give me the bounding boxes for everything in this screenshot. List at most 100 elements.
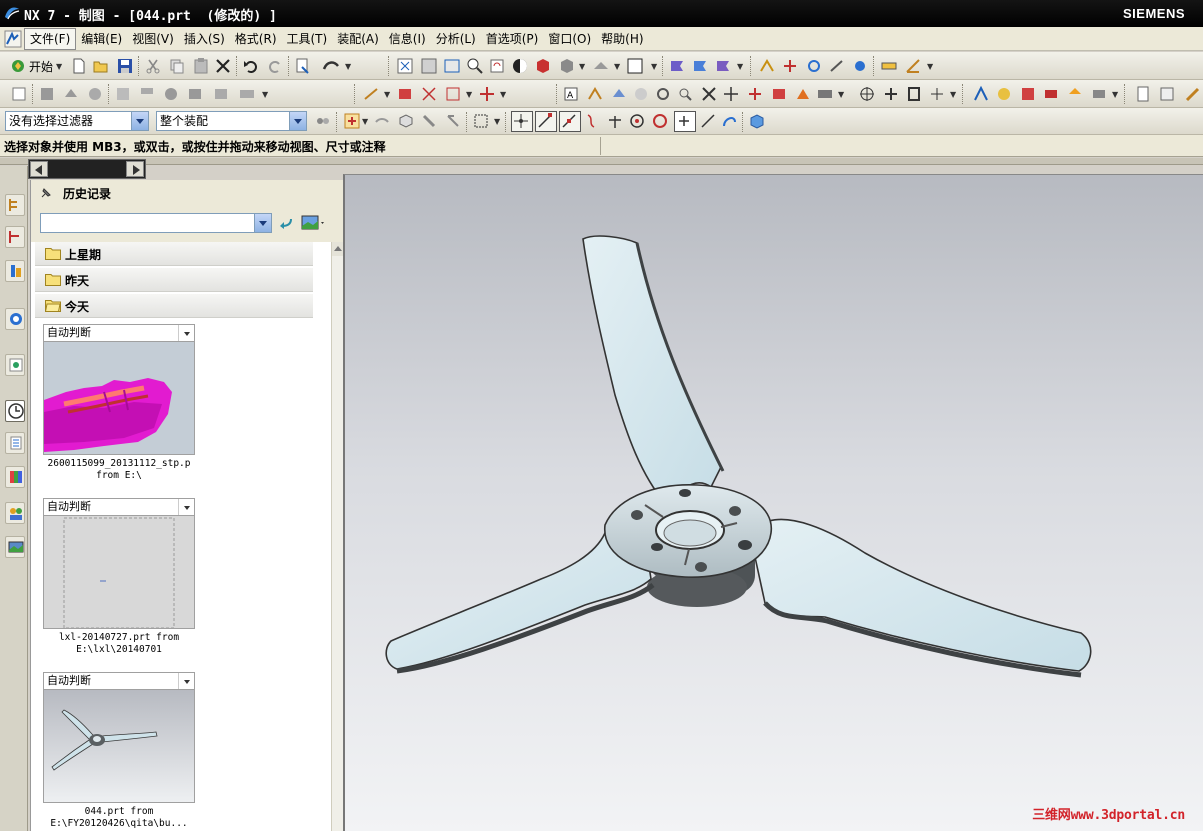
reuse-library-icon[interactable]: [5, 354, 25, 376]
assembly-navigator-icon[interactable]: [5, 194, 25, 216]
menu-window[interactable]: 窗口(O): [543, 27, 596, 51]
datum-icon[interactable]: [610, 85, 628, 103]
view-layout-icon[interactable]: [238, 85, 256, 103]
new-sheet-icon[interactable]: [10, 85, 28, 103]
symbol-icon[interactable]: [632, 85, 650, 103]
layer-visible-icon[interactable]: [691, 57, 709, 75]
undo-icon[interactable]: [242, 57, 260, 75]
new-file-icon[interactable]: [70, 57, 88, 75]
menu-file[interactable]: 文件(F): [24, 28, 77, 50]
load-mode-dropdown[interactable]: 自动判断: [43, 324, 195, 342]
part-thumbnail[interactable]: [43, 342, 195, 455]
dimension-icon[interactable]: [362, 85, 380, 103]
repeat-command-icon[interactable]: [294, 57, 312, 75]
move-annotation-icon[interactable]: [1066, 85, 1084, 103]
drawing-thumbnail[interactable]: [43, 516, 195, 629]
revolved-section-icon[interactable]: [162, 85, 180, 103]
history-scrollbar[interactable]: [331, 242, 344, 831]
rotate-icon[interactable]: [488, 57, 506, 75]
layer-dropdown-icon[interactable]: ▼: [737, 62, 743, 71]
measure-dropdown-icon[interactable]: ▼: [927, 62, 933, 71]
general-select-icon[interactable]: [343, 112, 361, 130]
intersection-icon[interactable]: [746, 85, 764, 103]
snap-curve-icon[interactable]: [584, 112, 602, 130]
detail-view-icon[interactable]: [86, 85, 104, 103]
general-select-dropdown-icon[interactable]: ▼: [362, 117, 368, 126]
snap-point-icon[interactable]: [758, 57, 776, 75]
shaded-sphere-icon[interactable]: [511, 57, 529, 75]
centerline-icon[interactable]: [444, 85, 462, 103]
update-view-icon[interactable]: [212, 85, 230, 103]
render-style-menu-icon[interactable]: [558, 57, 576, 75]
snap-intersection-icon[interactable]: [606, 112, 624, 130]
delete-icon[interactable]: [214, 57, 232, 75]
group-yesterday[interactable]: 昨天: [35, 268, 313, 292]
history-clock-icon[interactable]: [5, 400, 25, 422]
select-edge-icon[interactable]: [444, 112, 462, 130]
process-studio-icon[interactable]: [5, 466, 25, 488]
fit-view-icon[interactable]: [396, 57, 414, 75]
break-view-icon[interactable]: [186, 85, 204, 103]
assembly-filter-icon[interactable]: [314, 112, 332, 130]
select-body-icon[interactable]: [397, 112, 415, 130]
target-point-icon[interactable]: [722, 85, 740, 103]
menu-tools[interactable]: 工具(T): [282, 27, 333, 51]
fan-model-view[interactable]: [345, 175, 1203, 831]
cut-icon[interactable]: [144, 57, 162, 75]
base-view-icon[interactable]: [38, 85, 56, 103]
group-today[interactable]: 今天: [35, 294, 313, 318]
snap-quadrant-icon[interactable]: [851, 57, 869, 75]
menu-format[interactable]: 格式(R): [230, 27, 282, 51]
menu-assembly[interactable]: 装配(A): [332, 27, 384, 51]
origin-icon[interactable]: [1042, 85, 1060, 103]
paste-icon[interactable]: [192, 57, 210, 75]
edit-pencil-icon[interactable]: [1184, 85, 1202, 103]
pan-icon[interactable]: [443, 57, 461, 75]
crosshair-dropdown-icon[interactable]: ▼: [500, 90, 506, 99]
snap-mid-icon[interactable]: [805, 57, 823, 75]
touch-mode-icon[interactable]: [322, 57, 340, 75]
projected-view-icon[interactable]: [62, 85, 80, 103]
menu-information[interactable]: 信息(I): [384, 27, 431, 51]
background-dropdown-icon[interactable]: ▼: [651, 62, 657, 71]
app-menu-icon[interactable]: [4, 30, 22, 48]
roles-icon[interactable]: [5, 502, 25, 524]
scroll-left-icon[interactable]: [30, 161, 48, 177]
parts-list-icon[interactable]: [794, 85, 812, 103]
redo-icon[interactable]: [266, 57, 284, 75]
menu-analysis[interactable]: 分析(L): [431, 27, 481, 51]
cube-view-icon[interactable]: [748, 112, 766, 130]
annotation-dropdown-icon[interactable]: ▼: [838, 90, 844, 99]
print-icon[interactable]: [1158, 85, 1176, 103]
deselect-icon[interactable]: [373, 112, 391, 130]
bracket-icon[interactable]: [905, 85, 923, 103]
annotation-style-icon[interactable]: [1019, 85, 1037, 103]
crosshair-icon[interactable]: [478, 85, 496, 103]
layer-settings-icon[interactable]: [668, 57, 686, 75]
pin-icon[interactable]: [39, 186, 53, 200]
centerline-dropdown-icon[interactable]: ▼: [466, 90, 472, 99]
menu-insert[interactable]: 插入(S): [179, 27, 230, 51]
selection-filter-dropdown[interactable]: 没有选择过滤器: [5, 111, 149, 131]
system-scene-icon[interactable]: [5, 536, 25, 558]
menu-view[interactable]: 视图(V): [127, 27, 179, 51]
view-dropdown-icon[interactable]: ▼: [262, 90, 268, 99]
snap-center-icon[interactable]: [628, 112, 646, 130]
open-folder-icon[interactable]: [92, 57, 110, 75]
menu-help[interactable]: 帮助(H): [596, 27, 648, 51]
load-mode-dropdown[interactable]: 自动判断: [43, 672, 195, 690]
snap-quadrant-point-icon[interactable]: [651, 112, 669, 130]
view-style-picture-icon[interactable]: [301, 214, 327, 232]
view-style-icon[interactable]: [972, 85, 990, 103]
save-icon[interactable]: [116, 57, 134, 75]
fan-thumbnail[interactable]: [43, 690, 195, 803]
assembly-scope-dropdown[interactable]: 整个装配: [156, 111, 307, 131]
section-view-icon[interactable]: [114, 85, 132, 103]
half-section-icon[interactable]: [138, 85, 156, 103]
snap-target-icon[interactable]: [858, 85, 876, 103]
measure-angle-icon[interactable]: [904, 57, 922, 75]
align-dropdown-icon[interactable]: ▼: [1112, 90, 1118, 99]
menu-edit[interactable]: 编辑(E): [76, 27, 127, 51]
snap-any-point-icon[interactable]: [511, 111, 533, 132]
group-last-week[interactable]: 上星期: [35, 242, 313, 266]
